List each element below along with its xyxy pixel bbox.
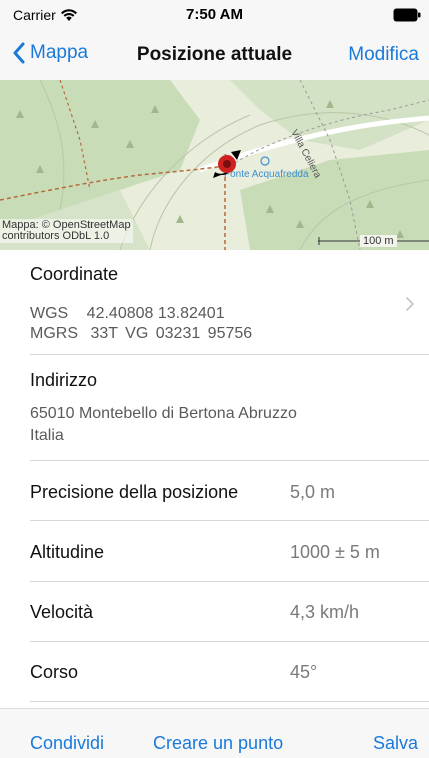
back-button-label: Mappa [30,42,89,63]
speed-label: Velocità [30,602,94,622]
wgs-label: WGS [30,305,69,322]
status-time: 7:50 AM [186,6,243,23]
course-value: 45° [290,662,318,682]
accuracy-label: Precisione della posizione [30,482,239,502]
map-scale-label: 100 m [360,235,397,247]
accuracy-value: 5,0 m [290,482,336,502]
edit-button[interactable]: Modifica [348,44,419,66]
address-header: Indirizzo [30,370,98,390]
back-button[interactable]: Mappa [12,42,88,64]
coordinates-mgrs-row[interactable]: MGRS 33T VG 03231 95756 [30,325,252,343]
divider [30,641,429,642]
location-marker-icon [213,150,241,178]
mgrs-value: 33T VG 03231 95756 [90,325,253,342]
navigation-bar: Mappa Posizione attuale Modifica [0,30,429,80]
mgrs-label: MGRS [30,325,78,342]
divider [30,460,429,461]
map-attribution: Mappa: © OpenStreetMap contributors ODbL… [0,219,133,243]
divider [30,354,429,355]
altitude-label: Altitudine [30,542,105,562]
speed-value: 4,3 km/h [290,602,360,622]
address-line1: 65010 Montebello di Bertona Abruzzo [30,405,297,422]
save-button[interactable]: Salva [373,733,418,754]
location-details: Coordinate WGS 42.40808 13.82401 MGRS 33… [0,250,429,708]
coordinates-header: Coordinate [30,264,119,284]
coordinates-wgs-row[interactable]: WGS 42.40808 13.82401 [30,305,225,323]
course-label: Corso [30,662,79,682]
altitude-value: 1000 ± 5 m [290,542,380,562]
share-button[interactable]: Condividi [30,733,104,754]
divider [30,581,429,582]
chevron-right-icon[interactable] [405,296,415,312]
chevron-left-icon [13,42,25,64]
divider [30,520,429,521]
battery-icon [393,8,421,22]
address-line2: Italia [30,427,64,444]
bottom-toolbar: Condividi Creare un punto Salva [0,708,429,758]
create-point-button[interactable]: Creare un punto [153,733,283,754]
wgs-value: 42.40808 13.82401 [86,305,225,322]
map-attribution-line2: contributors ODbL 1.0 [2,230,110,242]
divider [30,701,429,702]
status-bar: Carrier 7:50 AM [0,0,429,30]
